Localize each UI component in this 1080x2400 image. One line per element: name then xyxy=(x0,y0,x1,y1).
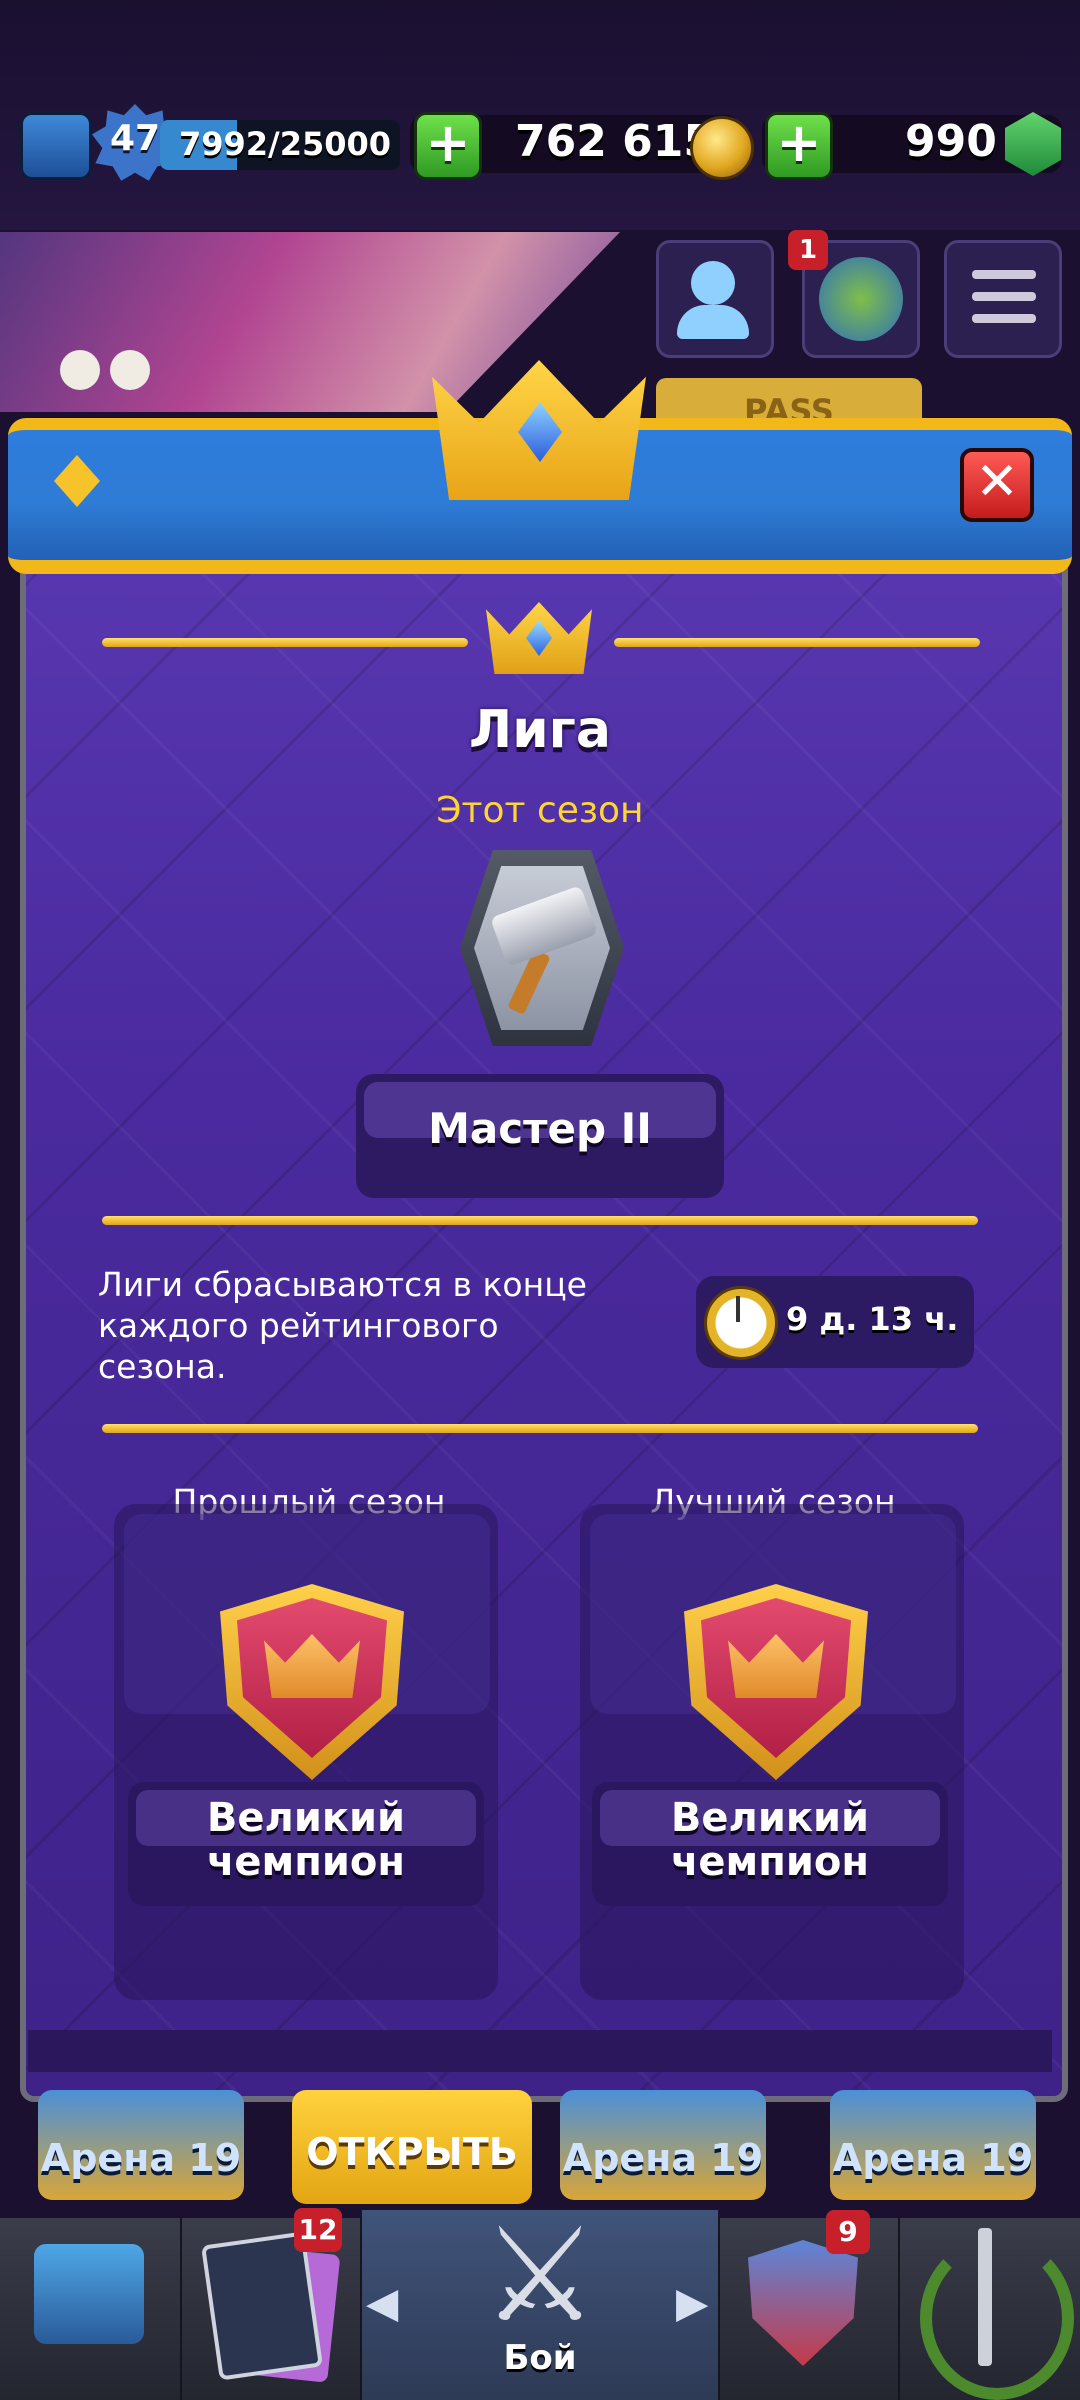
cards-badge: 12 xyxy=(294,2208,342,2252)
nav-separator xyxy=(898,2218,900,2400)
chest-slot-4-label: Арена 19 xyxy=(832,2136,1034,2180)
add-gems-button[interactable]: + xyxy=(765,112,833,180)
best-season-rank-line1: Великий xyxy=(670,1795,870,1841)
menu-icon xyxy=(972,314,1036,323)
current-rank: Мастер II xyxy=(428,1104,652,1153)
season-time-remaining: 9 д. 13 ч. xyxy=(786,1300,959,1338)
past-season-rank-line2: чемпион xyxy=(206,1839,406,1885)
chest-slot-3-label: Арена 19 xyxy=(562,2136,764,2180)
left-arrow-icon[interactable]: ◀ xyxy=(366,2278,398,2327)
friends-button[interactable] xyxy=(656,240,774,358)
king-tower-icon[interactable] xyxy=(20,112,92,180)
gold-coin-icon xyxy=(690,116,754,180)
best-season-rank-line2: чемпион xyxy=(670,1839,870,1885)
divider xyxy=(102,638,468,647)
notification-badge: 1 xyxy=(788,230,828,270)
friends-icon xyxy=(691,261,735,305)
nav-separator xyxy=(718,2218,720,2400)
nav-tab-cards[interactable] xyxy=(201,2231,323,2381)
past-season-rank-line1: Великий xyxy=(206,1795,406,1841)
add-gold-button[interactable]: + xyxy=(414,112,482,180)
xp-text: 7992/25000 xyxy=(178,125,392,163)
clock-hand xyxy=(736,1296,740,1322)
clan-badge: 9 xyxy=(826,2210,870,2254)
clock-icon xyxy=(704,1286,778,1360)
divider xyxy=(102,1424,978,1433)
divider xyxy=(614,638,980,647)
gold-amount: 762 615 xyxy=(515,116,715,167)
nav-tab-events[interactable] xyxy=(920,2236,1074,2400)
skeleton-icon xyxy=(60,350,100,390)
right-arrow-icon[interactable]: ▶ xyxy=(676,2278,708,2327)
globe-icon xyxy=(819,257,903,341)
player-level: 47 xyxy=(109,118,161,159)
battle-swords-icon[interactable]: ⚔ xyxy=(470,2200,610,2350)
league-reset-info: Лиги сбрасываются в конце каждого рейтин… xyxy=(98,1265,587,1386)
open-chest-label: ОТКРЫТЬ xyxy=(306,2130,518,2174)
divider xyxy=(102,1216,978,1225)
this-season-label: Этот сезон xyxy=(436,790,644,831)
close-button[interactable]: ✕ xyxy=(960,448,1034,522)
nav-separator xyxy=(180,2218,182,2400)
modal-footer-bar xyxy=(28,2030,1052,2072)
nav-tab-shop[interactable] xyxy=(34,2244,144,2344)
nav-tab-battle-label[interactable]: Бой xyxy=(362,2338,718,2378)
modal-title: Лига xyxy=(469,700,611,760)
skeleton-icon xyxy=(110,350,150,390)
chest-slot-1-label: Арена 19 xyxy=(40,2136,242,2180)
menu-icon xyxy=(972,270,1036,279)
menu-icon xyxy=(972,292,1036,301)
friends-icon-body xyxy=(677,305,749,339)
sword-icon xyxy=(978,2228,992,2366)
gem-amount: 990 xyxy=(905,116,997,167)
